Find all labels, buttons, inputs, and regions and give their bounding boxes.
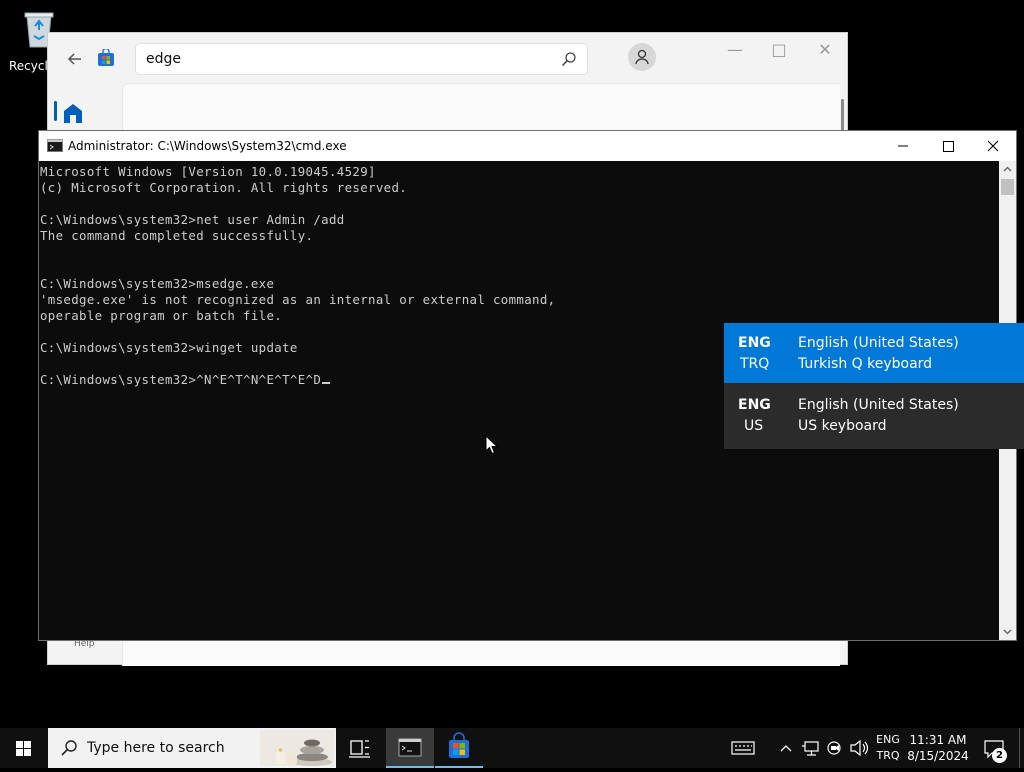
text-cursor [322,382,331,384]
scroll-down-arrow-icon[interactable] [1003,627,1012,636]
action-center-button[interactable]: 2 [980,728,1010,768]
taskbar-clock[interactable]: 11:31 AM 8/15/2024 [906,732,970,764]
touch-keyboard-icon[interactable] [728,728,758,768]
cmd-minimize-button[interactable] [880,131,926,161]
cmd-title-bar[interactable]: Administrator: C:\Windows\System32\cmd.e… [39,131,1016,161]
input-language-bottom: TRQ [876,749,900,762]
scroll-up-arrow-icon[interactable] [1003,165,1012,174]
keyboard-name: Turkish Q keyboard [798,356,933,372]
terminal-line: Microsoft Windows [Version 10.0.19045.45… [40,164,376,179]
account-avatar[interactable] [628,43,656,71]
store-search-input[interactable]: edge [135,43,588,75]
terminal-line: C:\Windows\system32>msedge.exe [40,276,275,291]
scrollbar-thumb[interactable] [1001,179,1014,195]
store-minimize-button[interactable]: — [720,39,750,63]
cmd-window-title: Administrator: C:\Windows\System32\cmd.e… [68,139,347,153]
store-maximize-button[interactable]: □ [764,39,794,63]
cmd-close-button[interactable] [970,131,1016,161]
input-language-indicator[interactable]: ENG TRQ [872,732,904,764]
cmd-app-icon [47,139,63,152]
keyboard-name: US keyboard [798,418,887,434]
cmd-maximize-button[interactable] [925,131,971,161]
language-name: English (United States) [798,335,959,351]
store-taskbar-icon [449,732,469,758]
search-icon[interactable] [561,51,577,67]
taskbar: Type here to search ENG TRQ 11:31 AM 8/1… [0,728,1024,768]
store-scrollbar[interactable] [841,99,844,133]
language-name: English (United States) [798,397,959,413]
search-highlight-image [260,730,334,766]
language-code: ENG [738,397,771,413]
task-view-icon[interactable] [336,728,384,768]
clock-time: 11:31 AM [909,733,967,747]
cmd-taskbar-icon [398,738,422,757]
terminal-line: The command completed successfully. [40,228,314,243]
language-subcode: US [744,418,764,434]
user-icon [635,49,649,65]
windows-start-icon[interactable] [0,728,48,768]
desktop: Recycle edge — □ ✕ Help Administrator: C… [0,0,1024,728]
language-option-eng-us[interactable]: ENG US English (United States) US keyboa… [724,385,1024,445]
taskbar-search-box[interactable]: Type here to search [48,728,336,768]
language-option-eng-trq[interactable]: ENG TRQ English (United States) Turkish … [724,323,1024,383]
input-language-top: ENG [876,733,900,746]
terminal-line: 'msedge.exe' is not recognized as an int… [40,292,556,307]
terminal-line: C:\Windows\system32>net user Admin /add [40,212,345,227]
volume-icon[interactable] [848,728,870,768]
notification-count-badge: 2 [992,748,1007,763]
mouse-pointer-icon [485,435,499,455]
meet-now-icon[interactable] [824,728,846,768]
clock-date: 8/15/2024 [907,749,969,763]
search-icon [61,740,77,756]
show-desktop-button[interactable] [1019,728,1024,768]
input-language-flyout: ENG TRQ English (United States) Turkish … [724,323,1024,449]
store-search-value: edge [146,51,181,67]
network-icon[interactable] [800,728,822,768]
terminal-current-input: C:\Windows\system32>^N^E^T^N^E^T^E^D [40,372,322,387]
language-code: ENG [738,335,771,351]
language-subcode: TRQ [740,356,770,372]
show-hidden-icons-chevron-up-icon[interactable] [776,728,796,768]
back-arrow-icon[interactable] [65,49,85,69]
taskbar-store-button[interactable] [435,728,483,768]
taskbar-search-placeholder: Type here to search [87,740,225,756]
terminal-line: (c) Microsoft Corporation. All rights re… [40,180,408,195]
home-icon[interactable] [56,95,88,135]
store-close-button[interactable]: ✕ [810,39,840,63]
terminal-line: operable program or batch file. [40,308,283,323]
store-logo-icon [98,49,114,66]
taskbar-cmd-button[interactable] [386,728,434,768]
